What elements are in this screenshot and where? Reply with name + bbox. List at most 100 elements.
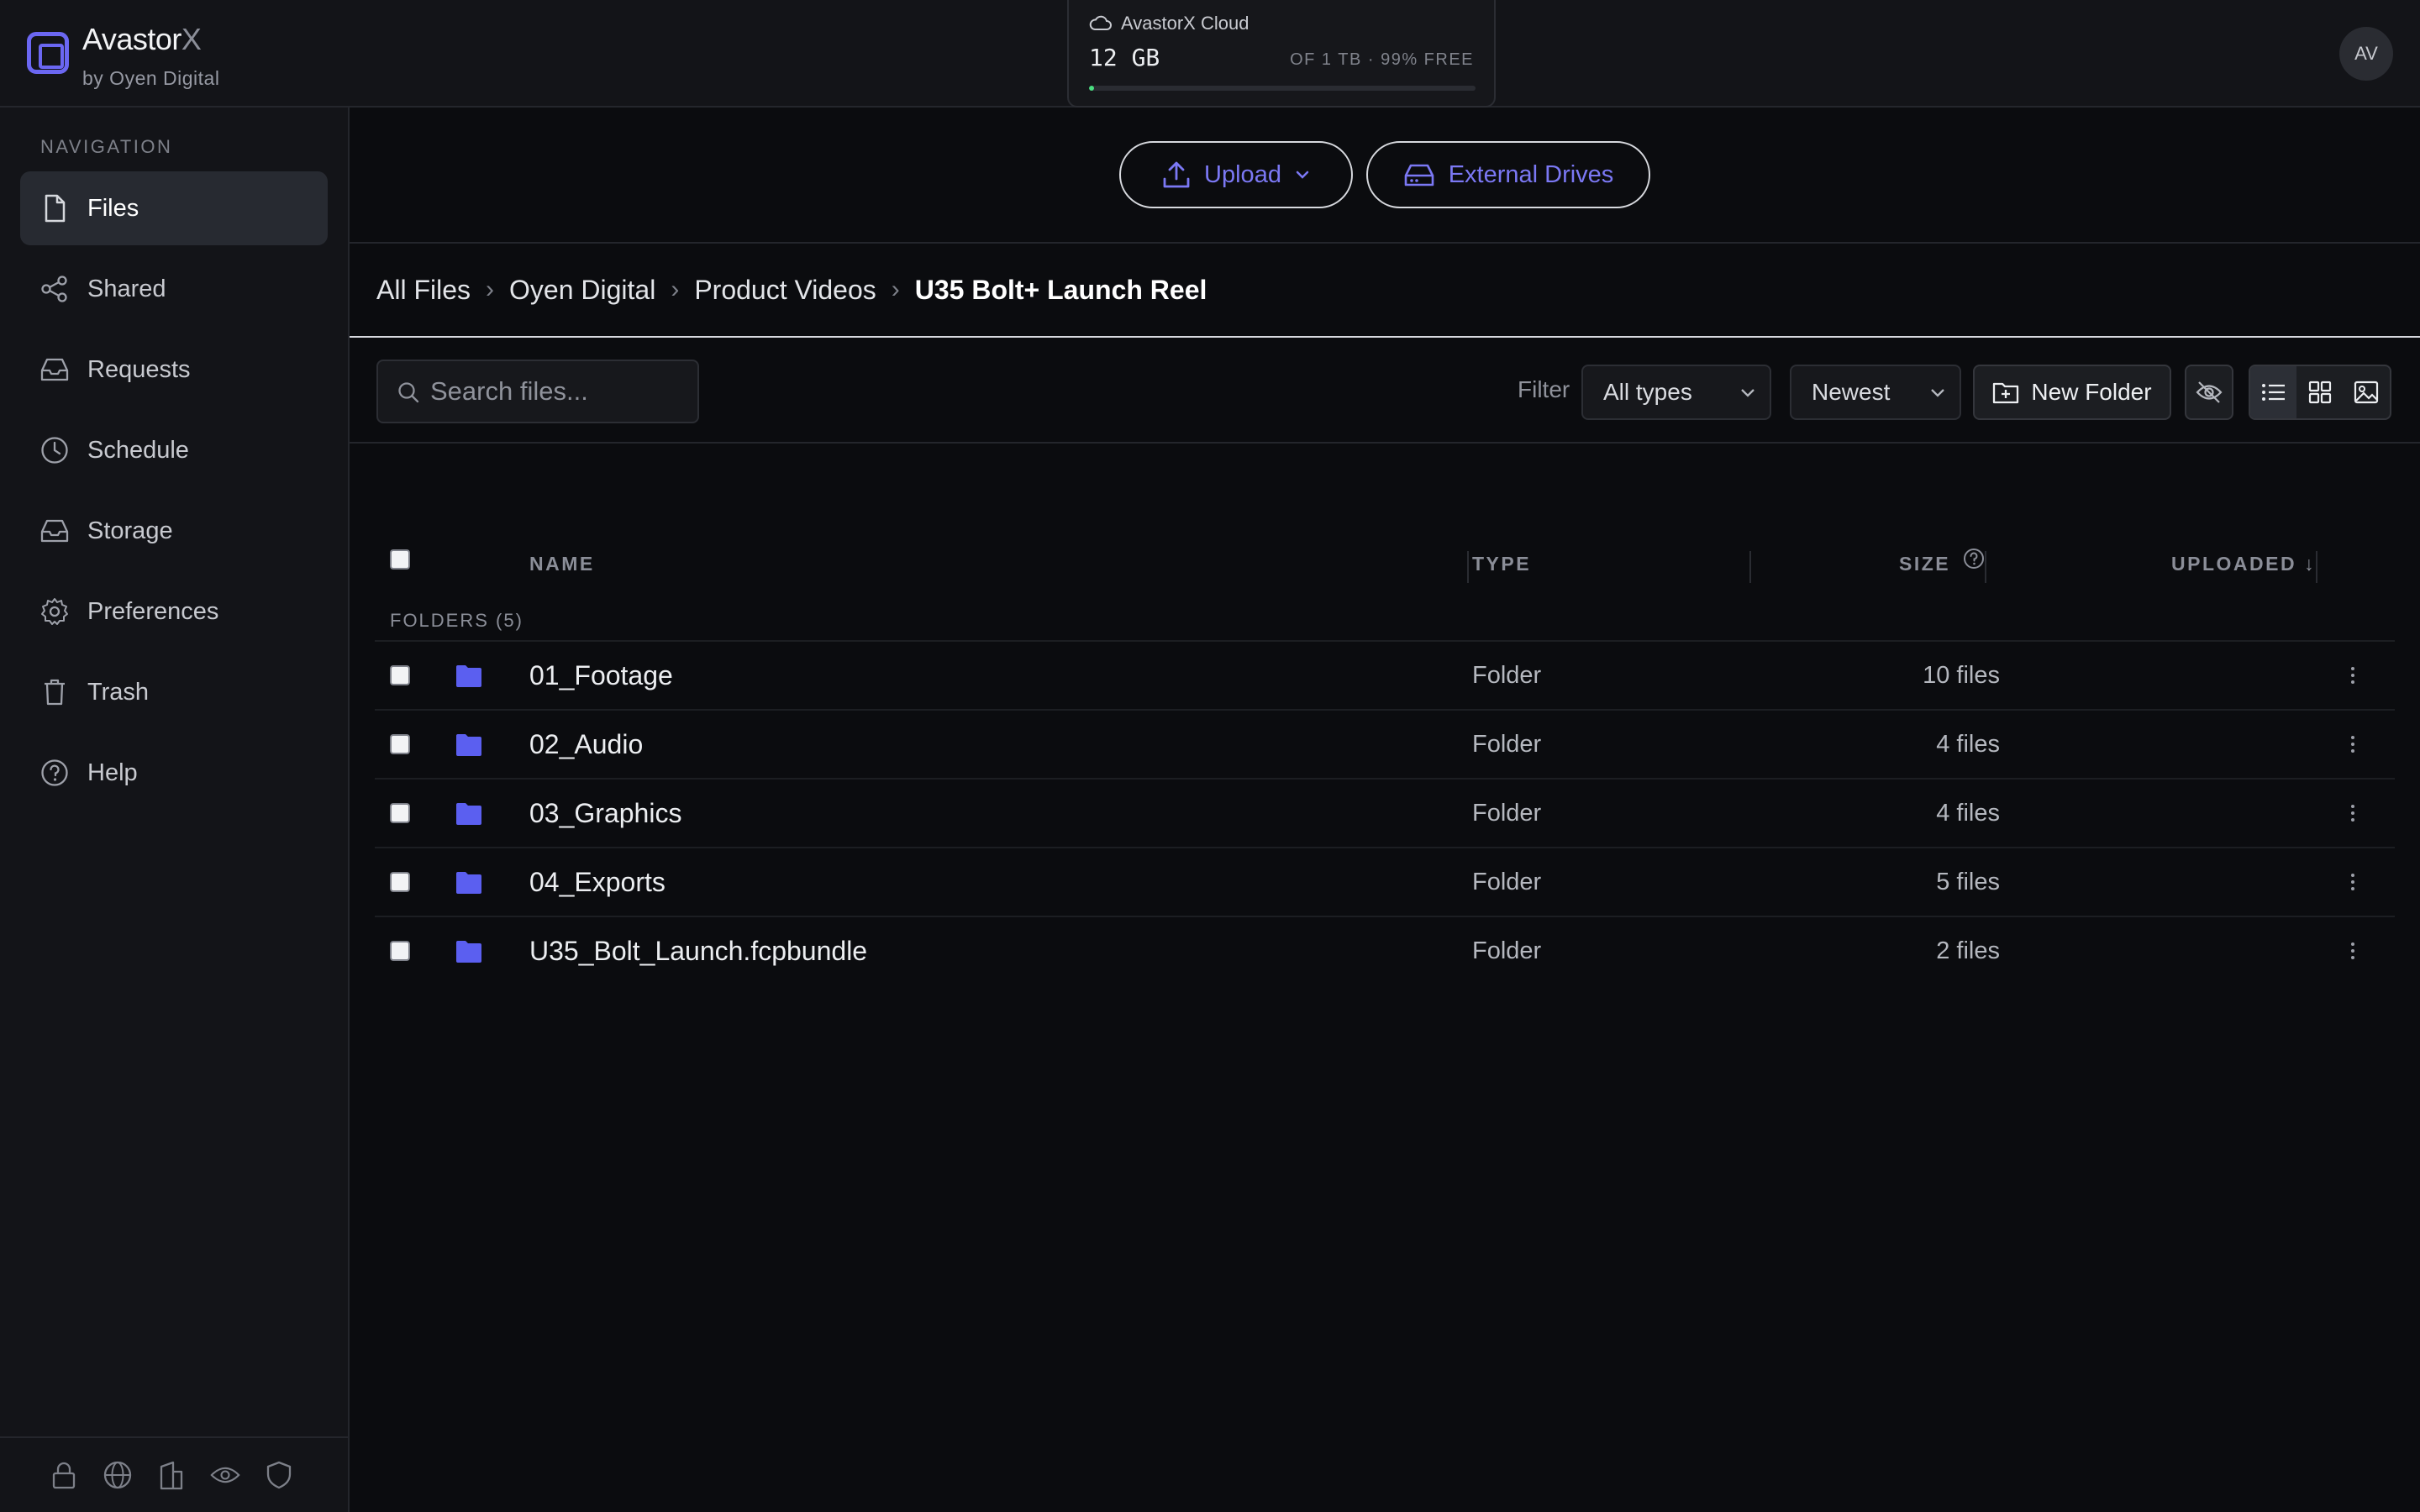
shield-icon[interactable]	[264, 1460, 294, 1490]
folder-icon	[456, 803, 481, 825]
table-row[interactable]: U35_Bolt_Launch.fcpbundle Folder 2 files	[375, 916, 2395, 984]
sidebar-item-files[interactable]: Files	[20, 171, 328, 245]
sidebar-item-label: Trash	[87, 678, 150, 706]
file-name: 03_Graphics	[529, 798, 682, 828]
search-input[interactable]	[430, 361, 691, 422]
breadcrumb-item[interactable]: All Files	[376, 275, 471, 306]
table-row[interactable]: 03_Graphics Folder 4 files	[375, 778, 2395, 847]
file-name: U35_Bolt_Launch.fcpbundle	[529, 936, 868, 966]
sidebar-item-trash[interactable]: Trash	[20, 655, 328, 729]
upload-button[interactable]: Upload	[1119, 141, 1353, 208]
file-type: Folder	[1472, 937, 1542, 964]
column-divider[interactable]	[1467, 551, 1469, 583]
gallery-view-button[interactable]	[2344, 366, 2390, 418]
sidebar-heading: NAVIGATION	[40, 136, 173, 157]
more-options-icon[interactable]	[2343, 659, 2363, 692]
sidebar-item-storage[interactable]: Storage	[20, 494, 328, 568]
column-divider[interactable]	[2316, 551, 2317, 583]
chevron-down-icon	[1931, 389, 1944, 397]
building-icon[interactable]	[156, 1460, 187, 1490]
share-icon	[40, 275, 69, 303]
column-header-uploaded[interactable]: UPLOADED ↓	[2171, 553, 2316, 575]
brand-name: AvastorX	[82, 22, 202, 56]
column-divider[interactable]	[1749, 551, 1751, 583]
breadcrumb-item[interactable]: Oyen Digital	[509, 275, 655, 306]
row-checkbox[interactable]	[390, 872, 410, 892]
sort-select[interactable]: Newest	[1790, 365, 1961, 420]
sidebar-item-label: Storage	[87, 517, 173, 544]
eye-off-icon	[2196, 381, 2223, 403]
folder-icon	[456, 872, 481, 894]
eye-icon[interactable]	[210, 1460, 240, 1490]
storage-icon	[40, 517, 69, 545]
new-folder-button[interactable]: New Folder	[1973, 365, 2171, 420]
sort-value: Newest	[1812, 379, 1891, 405]
folders-group-label: FOLDERS (5)	[390, 610, 523, 631]
brand-logo-icon	[27, 32, 69, 74]
sidebar-footer	[0, 1436, 348, 1512]
sidebar-item-requests[interactable]: Requests	[20, 333, 328, 407]
more-options-icon[interactable]	[2343, 934, 2363, 968]
table-header: NAME TYPE SIZE UPLOADED ↓	[375, 521, 2395, 605]
file-type: Folder	[1472, 731, 1542, 758]
breadcrumb-separator: ›	[486, 276, 495, 303]
more-options-icon[interactable]	[2343, 796, 2363, 830]
avatar[interactable]: AV	[2339, 27, 2393, 81]
file-size: 10 files	[1923, 662, 2000, 689]
chevron-down-icon	[1741, 389, 1754, 397]
row-checkbox[interactable]	[390, 734, 410, 754]
folder-icon	[456, 941, 481, 963]
filter-label: Filter	[1518, 376, 1570, 402]
sidebar-item-schedule[interactable]: Schedule	[20, 413, 328, 487]
table-row[interactable]: 01_Footage Folder 10 files	[375, 640, 2395, 709]
sidebar-item-shared[interactable]: Shared	[20, 252, 328, 326]
table-row[interactable]: 04_Exports Folder 5 files	[375, 847, 2395, 916]
hard-drive-icon	[1404, 164, 1434, 186]
help-circle-icon[interactable]	[1963, 548, 1985, 570]
globe-icon[interactable]	[103, 1460, 133, 1490]
search-icon	[398, 382, 419, 403]
cloud-title: AvastorX Cloud	[1121, 13, 1249, 34]
column-divider[interactable]	[1985, 551, 1986, 583]
table-row[interactable]: 02_Audio Folder 4 files	[375, 709, 2395, 778]
top-header: AvastorX by Oyen Digital AvastorX Cloud …	[0, 0, 2420, 108]
cloud-storage-card[interactable]: AvastorX Cloud 12 GB OF 1 TB · 99% FREE	[1067, 0, 1496, 108]
file-size: 4 files	[1936, 731, 2000, 758]
grid-view-button[interactable]	[2296, 366, 2343, 418]
external-drives-button[interactable]: External Drives	[1366, 141, 1650, 208]
sidebar-item-help[interactable]: Help	[20, 736, 328, 810]
sidebar-item-preferences[interactable]: Preferences	[20, 575, 328, 648]
action-bar: Upload External Drives	[350, 108, 2420, 244]
file-type: Folder	[1472, 869, 1542, 895]
column-header-size[interactable]: SIZE	[1899, 553, 1950, 575]
gear-icon	[40, 597, 69, 626]
grid-icon	[2308, 381, 2332, 404]
upload-icon	[1163, 161, 1190, 188]
trash-icon	[40, 678, 69, 706]
breadcrumb-separator: ›	[891, 276, 900, 303]
cloud-quota: OF 1 TB · 99% FREE	[1290, 50, 1474, 69]
file-size: 2 files	[1936, 937, 2000, 964]
column-header-name[interactable]: NAME	[529, 553, 595, 575]
column-header-type[interactable]: TYPE	[1472, 553, 1531, 575]
sidebar-item-label: Files	[87, 194, 139, 222]
breadcrumb-item[interactable]: Product Videos	[694, 275, 876, 306]
more-options-icon[interactable]	[2343, 727, 2363, 761]
file-size: 4 files	[1936, 800, 2000, 827]
breadcrumb-separator: ›	[671, 276, 680, 303]
type-filter-value: All types	[1603, 379, 1692, 405]
file-type: Folder	[1472, 800, 1542, 827]
row-checkbox[interactable]	[390, 803, 410, 823]
help-icon	[40, 759, 69, 787]
upload-label: Upload	[1204, 160, 1281, 188]
cloud-used-amount: 12 GB	[1089, 44, 1160, 71]
inbox-icon	[40, 355, 69, 384]
lock-icon[interactable]	[49, 1460, 79, 1490]
select-all-checkbox[interactable]	[390, 549, 410, 570]
more-options-icon[interactable]	[2343, 865, 2363, 899]
row-checkbox[interactable]	[390, 941, 410, 961]
type-filter-select[interactable]: All types	[1581, 365, 1771, 420]
toggle-hidden-button[interactable]	[2185, 365, 2233, 420]
list-view-button[interactable]	[2250, 366, 2297, 418]
row-checkbox[interactable]	[390, 665, 410, 685]
